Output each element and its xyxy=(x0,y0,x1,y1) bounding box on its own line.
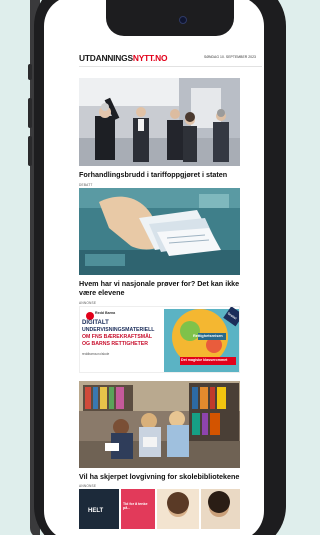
ad-kicker: ANNONSE xyxy=(79,301,97,305)
ad-brand: Redd Barna xyxy=(95,311,116,315)
ad-headline-line: UNDERVISNINGSMATERIELL xyxy=(82,327,155,333)
article-image-press-event[interactable] xyxy=(79,78,240,166)
promo-text: Tid for å tenke på... xyxy=(123,502,148,511)
article-image-library[interactable] xyxy=(79,381,240,468)
site-logo[interactable]: UTDANNINGSNYTT.NO xyxy=(79,53,167,63)
site-logo-main: UTDANNINGS xyxy=(79,53,133,63)
front-camera-icon xyxy=(179,16,187,24)
phone-volume-down-button xyxy=(28,136,32,166)
phone-action-button xyxy=(28,64,32,80)
ad-headline-line: DIGITALT xyxy=(82,320,109,326)
ad-headline-line: OG BARNS RETTIGHETER xyxy=(82,341,148,347)
site-logo-accent: NYTT.NO xyxy=(132,53,168,63)
article-headline[interactable]: Hvem har vi nasjonale prøver for? Det ka… xyxy=(79,279,244,297)
article-headline[interactable]: Forhandlingsbrudd i tariffoppgjøret i st… xyxy=(79,170,244,179)
article-kicker: DEBATT xyxy=(79,183,93,187)
dateline: SØNDAG 10. SEPTEMBER 2023 xyxy=(204,55,256,59)
ad-cta[interactable]: Det magiske klasserommet xyxy=(181,358,227,362)
article-image-hand-papers[interactable] xyxy=(79,188,240,275)
phone-notch xyxy=(106,0,234,36)
ad-headline-line: OM FNS BÆREKRAFTSMÅL xyxy=(82,334,153,340)
site-header: UTDANNINGSNYTT.NO SØNDAG 10. SEPTEMBER 2… xyxy=(79,53,262,67)
ad-url[interactable]: reddbarna.no/skole xyxy=(82,352,109,356)
phone-volume-up-button xyxy=(28,98,32,128)
promo-text: HELT xyxy=(88,508,104,514)
ad-kicker: ANNONSE xyxy=(79,484,97,488)
article-headline[interactable]: Vil ha skjerpet lovgivning for skolebibl… xyxy=(79,472,244,481)
ad-badge: Rettighetsreisen xyxy=(193,334,223,338)
